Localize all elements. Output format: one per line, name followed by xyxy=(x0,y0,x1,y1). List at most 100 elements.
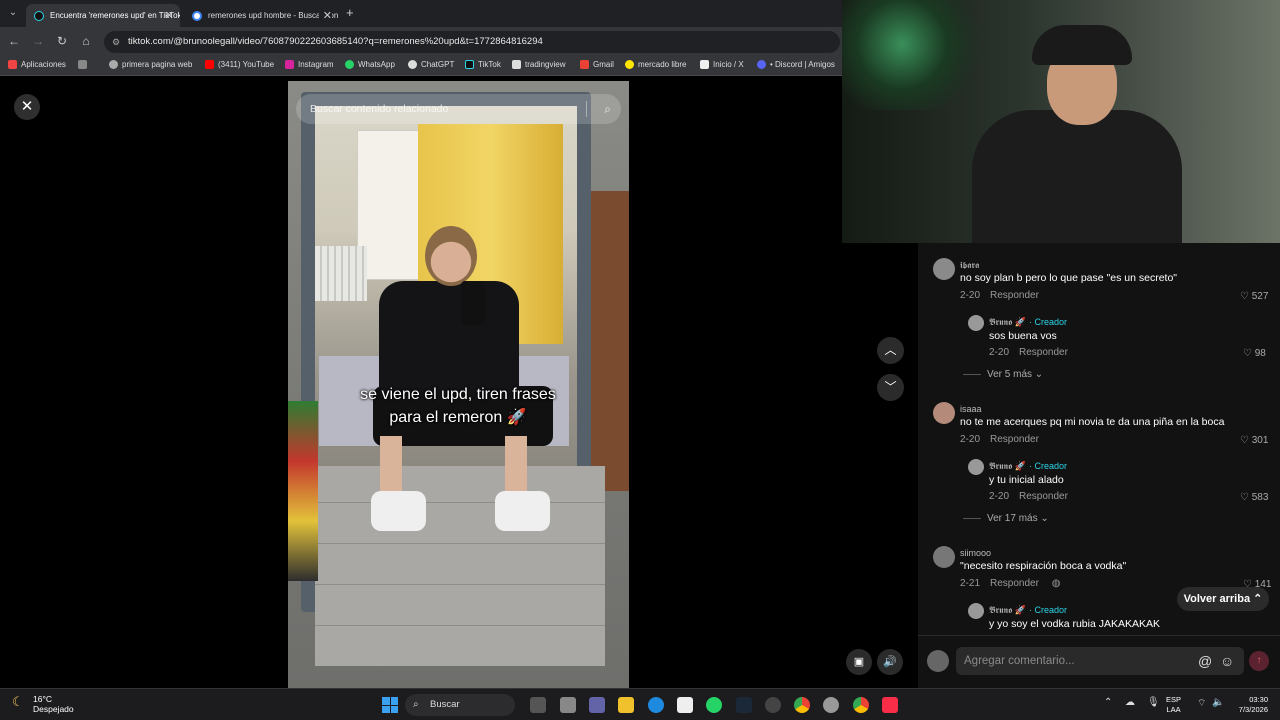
send-icon[interactable]: ↑ xyxy=(1249,651,1269,671)
reply-button[interactable]: Responder xyxy=(990,290,1039,301)
edge-icon[interactable] xyxy=(648,697,664,713)
file-explorer-icon[interactable] xyxy=(618,697,634,713)
avatar[interactable] xyxy=(968,603,984,619)
chevron-up-icon[interactable]: ⌃ xyxy=(1104,697,1112,708)
forward-icon[interactable]: → xyxy=(30,34,46,48)
like-button[interactable]: ♡ 583 xyxy=(1240,492,1268,503)
view-more-label: Ver 5 más xyxy=(987,369,1033,380)
app-icon[interactable] xyxy=(765,697,781,713)
taskbar-search[interactable]: ⌕ Buscar xyxy=(405,694,515,716)
previous-video-icon[interactable]: ︿ xyxy=(877,337,904,364)
mention-icon[interactable]: @ xyxy=(1198,647,1212,675)
windows-start-icon[interactable] xyxy=(382,697,398,713)
task-view-icon[interactable] xyxy=(560,697,576,713)
avatar[interactable] xyxy=(933,546,955,568)
bookmark-label: • Discord | Amigos xyxy=(770,60,835,69)
search-separator xyxy=(586,101,587,117)
search-icon[interactable]: ⌕ xyxy=(604,94,611,124)
steam-icon[interactable] xyxy=(736,697,752,713)
bookmark-grid[interactable] xyxy=(78,60,91,69)
emoji-icon[interactable]: ☺ xyxy=(1220,647,1234,675)
view-more-replies[interactable]: Ver 17 más ⌄ xyxy=(963,513,1049,524)
bookmark-label: Aplicaciones xyxy=(21,60,66,69)
miniplayer-icon[interactable]: ▣ xyxy=(846,649,872,675)
bookmark-label: TikTok xyxy=(478,60,501,69)
home-icon[interactable]: ⌂ xyxy=(78,34,94,48)
cloud-icon[interactable]: ☁ xyxy=(1125,697,1135,708)
language-indicator[interactable]: ESP LAA xyxy=(1166,695,1181,715)
bookmark-youtube[interactable]: (3411) YouTube xyxy=(205,60,274,69)
comment-text: sos buena vos xyxy=(989,330,1057,342)
comment-username[interactable]: siimooo xyxy=(960,548,991,558)
tab-tiktok[interactable]: Encuentra 'remerones upd' en TikTok ✕ xyxy=(26,4,180,27)
bookmark-x[interactable]: Inicio / X xyxy=(700,60,744,69)
weather-widget[interactable]: ☾ 16°C Despejado xyxy=(12,694,74,714)
avatar[interactable] xyxy=(933,258,955,280)
site-info-icon[interactable]: ⚙ xyxy=(112,31,120,53)
bookmark-tradingview[interactable]: tradingview xyxy=(512,60,565,69)
tab-google[interactable]: remerones upd hombre - Buscar con Google… xyxy=(184,4,338,27)
globe-icon xyxy=(109,60,118,69)
heart-icon: ♡ xyxy=(1243,348,1255,359)
bookmark-chatgpt[interactable]: ChatGPT xyxy=(408,60,454,69)
view-more-replies[interactable]: Ver 5 más ⌄ xyxy=(963,369,1043,380)
bookmark-mercadolibre[interactable]: mercado libre xyxy=(625,60,686,69)
bookmark-primera-pagina[interactable]: primera pagina web xyxy=(109,60,192,69)
comment-text: y yo soy el vodka rubia JAKAKAKAK xyxy=(989,618,1160,630)
like-button[interactable]: ♡ 301 xyxy=(1240,435,1268,446)
bookmark-apps[interactable]: Aplicaciones xyxy=(8,60,66,69)
comment-username[interactable]: 𝕭𝖗𝖚𝖓𝖔 🚀 · Creador xyxy=(989,317,1067,328)
reply-button[interactable]: Responder xyxy=(990,434,1039,445)
volume-icon[interactable]: 🔊 xyxy=(877,649,903,675)
video-shoe xyxy=(371,491,426,531)
reload-icon[interactable]: ↻ xyxy=(54,34,70,48)
back-to-top-button[interactable]: Volver arriba ⌃ xyxy=(1177,587,1269,611)
reply-button[interactable]: Responder xyxy=(1019,347,1068,358)
avatar[interactable] xyxy=(968,315,984,331)
comment-username[interactable]: 𝖎𝖇𝖆𝖗𝖆 xyxy=(960,260,979,271)
bookmark-discord[interactable]: • Discord | Amigos xyxy=(757,60,835,69)
comment-username[interactable]: 𝕭𝖗𝖚𝖓𝖔 🚀 · Creador xyxy=(989,461,1067,472)
video-person xyxy=(425,226,477,286)
bookmark-whatsapp[interactable]: WhatsApp xyxy=(345,60,395,69)
next-video-icon[interactable]: ﹀ xyxy=(877,374,904,401)
close-tab-icon[interactable]: ✕ xyxy=(318,9,332,22)
bookmark-instagram[interactable]: Instagram xyxy=(285,60,334,69)
related-search-input[interactable]: Buscar contenido relacionado ⌕ xyxy=(296,94,621,124)
comment-username[interactable]: isaaa xyxy=(960,404,982,414)
app-icon[interactable] xyxy=(530,697,546,713)
chrome-icon[interactable] xyxy=(794,697,810,713)
wifi-icon[interactable]: ⌔ xyxy=(1197,697,1206,710)
avatar[interactable] xyxy=(933,402,955,424)
microphone-icon[interactable]: 🎙 xyxy=(1147,697,1160,708)
heart-icon: ♡ xyxy=(1240,492,1252,503)
tab-search-chevron-icon[interactable]: ⌄ xyxy=(4,4,22,22)
comment-text: y tu inicial alado xyxy=(989,474,1064,486)
clock[interactable]: 03:30 7/3/2026 xyxy=(1226,695,1268,715)
comment-meta: 2-20 Responder xyxy=(960,290,1039,301)
bookmark-label: primera pagina web xyxy=(122,60,193,69)
music-icon[interactable] xyxy=(882,697,898,713)
close-viewer-icon[interactable]: ✕ xyxy=(14,94,40,120)
reply-button[interactable]: Responder xyxy=(1019,491,1068,502)
bookmark-gmail[interactable]: Gmail xyxy=(580,60,614,69)
comment-username[interactable]: 𝕭𝖗𝖚𝖓𝖔 🚀 · Creador xyxy=(989,605,1067,616)
settings-icon[interactable] xyxy=(823,697,839,713)
avatar[interactable] xyxy=(968,459,984,475)
address-bar[interactable]: ⚙ tiktok.com/@brunoolegall/video/7608790… xyxy=(104,31,840,53)
video-player[interactable]: Buscar contenido relacionado ⌕ se viene … xyxy=(288,81,629,688)
speaker-icon[interactable]: 🔈 xyxy=(1212,697,1224,708)
teams-icon[interactable] xyxy=(589,697,605,713)
back-icon[interactable]: ← xyxy=(6,34,22,48)
taskbar-search-label: Buscar xyxy=(430,699,460,710)
like-button[interactable]: ♡ 98 xyxy=(1243,348,1266,359)
store-icon[interactable] xyxy=(677,697,693,713)
close-tab-icon[interactable]: ✕ xyxy=(165,9,174,22)
new-tab-icon[interactable]: + xyxy=(346,5,354,20)
chrome-icon[interactable] xyxy=(853,697,869,713)
like-button[interactable]: ♡ 527 xyxy=(1240,291,1268,302)
reply-button[interactable]: Responder xyxy=(990,578,1039,589)
whatsapp-icon[interactable] xyxy=(706,697,722,713)
bookmark-tiktok[interactable]: TikTok xyxy=(465,60,501,69)
comment-input[interactable]: Agregar comentario... @ ☺ xyxy=(956,647,1244,675)
